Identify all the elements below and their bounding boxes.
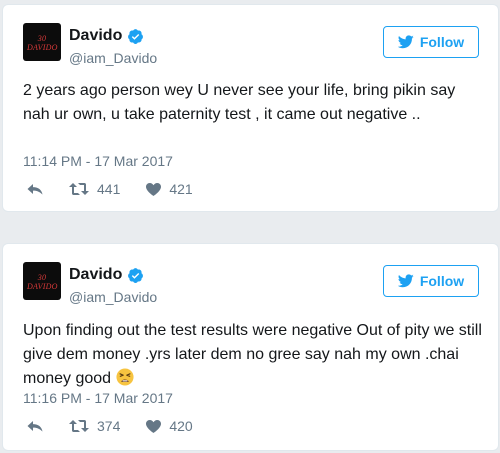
heart-icon (146, 419, 162, 433)
author-name[interactable]: Davido (69, 27, 122, 45)
verified-badge-icon (128, 28, 144, 44)
author-handle[interactable]: @iam_Davido (69, 50, 157, 66)
tired-face-emoji-icon (115, 368, 134, 386)
retweet-icon (69, 183, 89, 195)
author-row: Davido (69, 266, 144, 284)
retweet-count: 374 (97, 418, 121, 434)
author-name[interactable]: Davido (69, 266, 122, 284)
like-button[interactable]: 420 (146, 418, 193, 434)
reply-button[interactable] (27, 183, 43, 196)
follow-label: Follow (419, 273, 465, 289)
author-handle[interactable]: @iam_Davido (69, 289, 157, 305)
follow-button[interactable]: Follow (383, 26, 479, 58)
tweet-card: 30 DAVIDO Davido @iam_Davido Follow 2 yea… (2, 4, 499, 212)
retweet-button[interactable]: 441 (69, 181, 120, 197)
follow-label: Follow (419, 34, 465, 50)
avatar-logo: 30 DAVIDO (27, 34, 58, 52)
twitter-bird-icon (397, 274, 414, 288)
retweet-count: 441 (97, 181, 121, 197)
retweet-icon (69, 420, 89, 432)
tweet-actions: 374 420 (27, 418, 193, 434)
avatar[interactable]: 30 DAVIDO (23, 23, 61, 61)
tweet-timestamp[interactable]: 11:16 PM - 17 Mar 2017 (23, 390, 173, 406)
tweet-timestamp[interactable]: 11:14 PM - 17 Mar 2017 (23, 153, 173, 169)
tweet-card: 30 DAVIDO Davido @iam_Davido Follow Upon … (2, 243, 499, 451)
tweet-text-body: Upon finding out the test results were n… (23, 322, 482, 387)
twitter-bird-icon (397, 35, 414, 49)
tweet-actions: 441 421 (27, 181, 193, 197)
reply-icon (27, 420, 43, 431)
tweet-text: 2 years ago person wey U never see your … (23, 82, 456, 123)
tweet-text: Upon finding out the test results were n… (23, 319, 483, 391)
like-count: 421 (169, 181, 193, 197)
verified-badge-icon (128, 267, 144, 283)
heart-icon (146, 182, 162, 196)
follow-button[interactable]: Follow (383, 265, 479, 297)
avatar[interactable]: 30 DAVIDO (23, 262, 61, 300)
retweet-button[interactable]: 374 (69, 418, 120, 434)
like-button[interactable]: 421 (146, 181, 193, 197)
reply-icon (27, 183, 43, 194)
like-count: 420 (169, 418, 193, 434)
avatar-logo: 30 DAVIDO (27, 273, 58, 291)
reply-button[interactable] (27, 420, 43, 433)
author-row: Davido (69, 27, 144, 45)
